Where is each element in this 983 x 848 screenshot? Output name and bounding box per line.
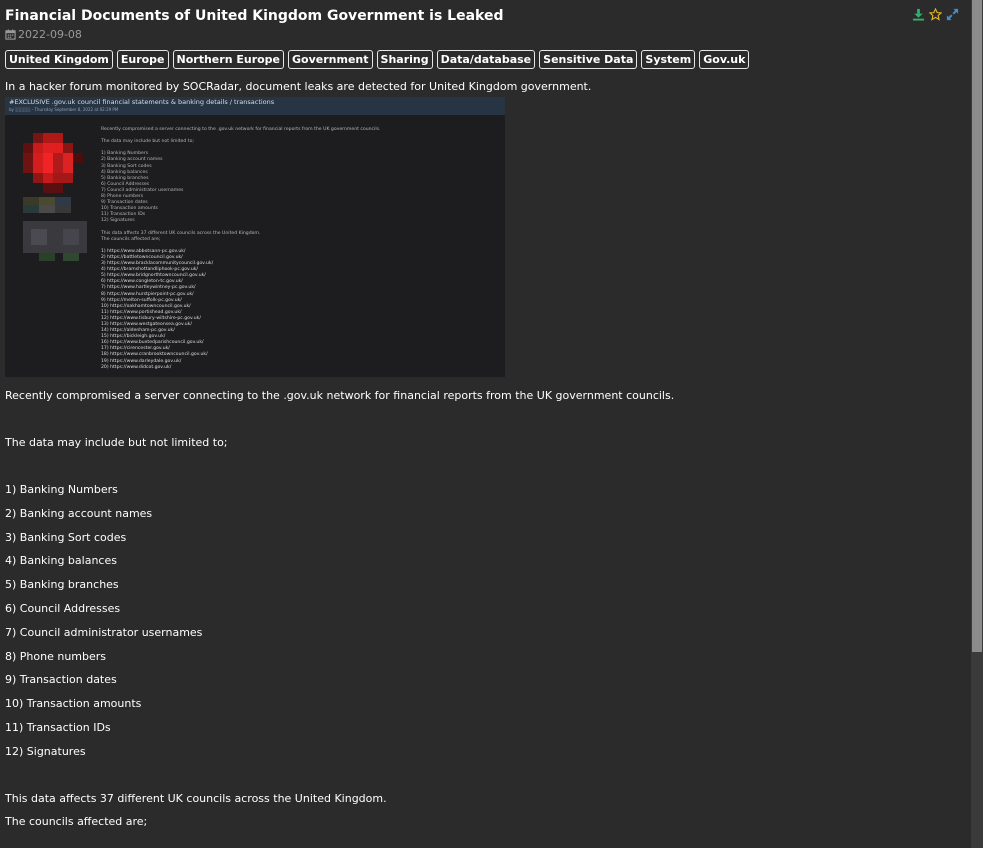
blurred-user-badges <box>23 197 87 261</box>
tag[interactable]: Europe <box>116 50 169 69</box>
expand-icon[interactable] <box>946 8 959 21</box>
forum-post-text: Recently compromised a server connecting… <box>101 127 380 371</box>
post-actions <box>912 8 959 21</box>
post-date: 2022-09-08 <box>18 27 82 41</box>
forum-post-line: Recently compromised a server connecting… <box>101 127 381 132</box>
post-may-include: The data may include but not limited to; <box>5 436 228 449</box>
post-detail: Financial Documents of United Kingdom Go… <box>5 6 965 839</box>
list-item: 1) Banking Numbers <box>5 483 118 496</box>
star-icon[interactable] <box>929 8 942 21</box>
page: Financial Documents of United Kingdom Go… <box>0 0 983 848</box>
forum-thread-title: #EXCLUSIVE .gov.uk council financial sta… <box>9 98 275 106</box>
list-item: 11) Transaction IDs <box>5 720 111 734</box>
post-councils-label: The councils affected are; <box>5 815 148 829</box>
list-item: 6) Council Addresses <box>5 601 121 615</box>
scrollbar-thumb[interactable] <box>972 0 982 652</box>
tag[interactable]: Gov.uk <box>699 50 750 69</box>
tag[interactable]: Sensitive Data <box>539 50 638 69</box>
list-item: 7) Council administrator usernames <box>5 625 203 639</box>
tag[interactable]: Sharing <box>376 50 433 69</box>
list-item: 4) Banking balances <box>5 554 117 568</box>
post-summary: Recently compromised a server connecting… <box>5 389 675 402</box>
forum-screenshot[interactable]: #EXCLUSIVE .gov.uk council financial sta… <box>5 97 505 377</box>
list-item: 8) Phone numbers <box>5 649 107 663</box>
list-item: 12) Signatures <box>5 744 86 758</box>
post-affects: This data affects 37 different UK counci… <box>5 791 387 805</box>
post-date-row: 2022-09-08 <box>5 26 965 42</box>
scrollbar[interactable] <box>971 0 983 848</box>
list-item: 2) Banking account names <box>5 506 153 520</box>
list-item: 3) Banking Sort codes <box>5 530 127 544</box>
tag[interactable]: Northern Europe <box>172 50 285 69</box>
tag[interactable]: Government <box>288 50 373 69</box>
post-intro: In a hacker forum monitored by SOCRadar,… <box>5 80 592 93</box>
data-item-list: 1) Banking Numbers 2) Banking account na… <box>5 483 965 769</box>
post-body: Recently compromised a server connecting… <box>5 389 965 839</box>
list-item: 10) Transaction amounts <box>5 697 142 711</box>
forum-thread-meta: by ░░░░░ - Thursday September 8, 2022 at… <box>9 107 119 112</box>
list-item: 5) Banking branches <box>5 578 119 592</box>
download-icon[interactable] <box>912 8 925 21</box>
tag[interactable]: System <box>641 50 696 69</box>
blurred-avatar <box>23 133 83 193</box>
list-item: 9) Transaction dates <box>5 673 117 687</box>
post-title: Financial Documents of United Kingdom Go… <box>5 8 504 24</box>
calendar-icon <box>5 28 16 40</box>
tag-list: United Kingdom Europe Northern Europe Go… <box>5 50 965 69</box>
tag[interactable]: United Kingdom <box>5 50 113 69</box>
forum-post-line: 20) https://www.didcot.gov.uk/ <box>101 364 172 370</box>
tag[interactable]: Data/database <box>436 50 536 69</box>
